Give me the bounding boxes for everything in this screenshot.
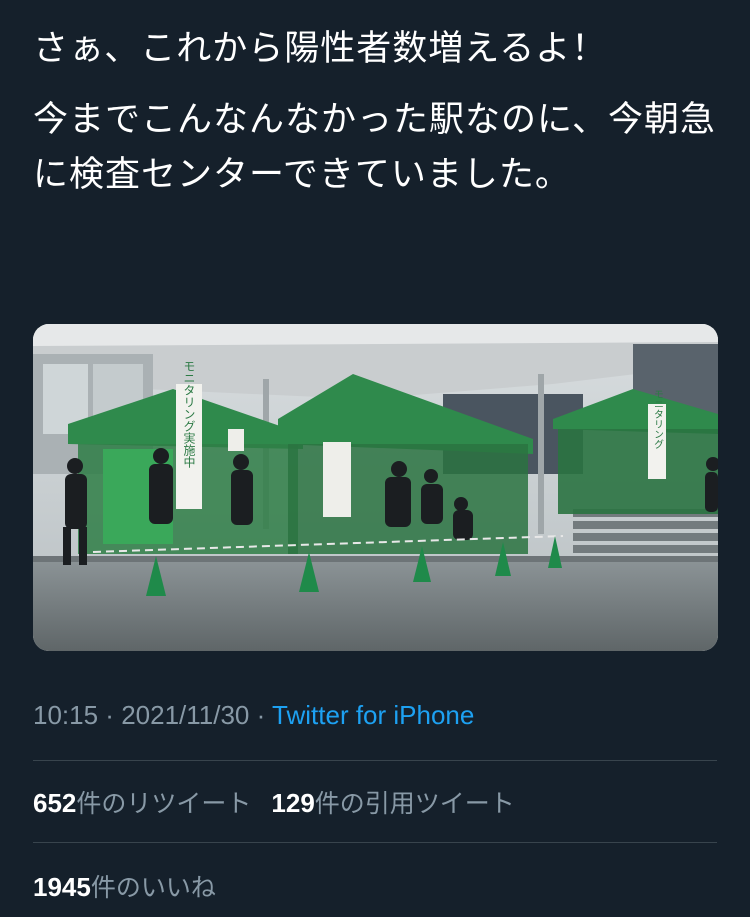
tent-sign-left: モニタリング実施中 (182, 360, 196, 468)
retweet-stats-row: 652件のリツイート 129件の引用ツイート (33, 784, 515, 820)
tweet-photo[interactable]: モニタリング実施中 モニタリング (33, 324, 718, 651)
quote-tweets-link[interactable]: 129件の引用ツイート (271, 788, 515, 818)
tent-sign-right: モニタリング (652, 389, 664, 449)
quote-tweets-label: 件の引用ツイート (314, 789, 515, 818)
tweet-text-line-1: さぁ、これから陽性者数増えるよ！ (33, 29, 608, 69)
tweet-meta: 10:15 · 2021/11/30 · Twitter for iPhone (33, 700, 474, 731)
likes-link[interactable]: 1945件のいいね (33, 872, 216, 902)
likes-label: 件のいいね (90, 873, 216, 902)
tweet-date[interactable]: 2021/11/30 (121, 700, 249, 730)
retweets-link[interactable]: 652件のリツイート (33, 788, 252, 818)
likes-stats-row: 1945件のいいね (33, 868, 216, 904)
retweets-count: 652 (33, 788, 77, 818)
tweet-time: 10:15 (33, 700, 99, 730)
tweet-text-line-2: 今までこんなんなかった駅なのに、今朝急に検査センターできていました。 (33, 100, 716, 195)
quote-tweets-count: 129 (271, 788, 315, 818)
meta-separator-2: · (249, 700, 273, 730)
likes-count: 1945 (33, 872, 91, 902)
divider-middle (33, 842, 717, 843)
divider-top (33, 760, 717, 761)
tweet-source-link[interactable]: Twitter for iPhone (272, 700, 474, 730)
tweet-text: さぁ、これから陽性者数増えるよ！ 今までこんなんなかった駅なのに、今朝急に検査セ… (33, 22, 723, 213)
meta-separator: · (98, 700, 122, 730)
photo-test-center-tents: モニタリング実施中 モニタリング (33, 324, 718, 651)
retweets-label: 件のリツイート (76, 789, 252, 818)
